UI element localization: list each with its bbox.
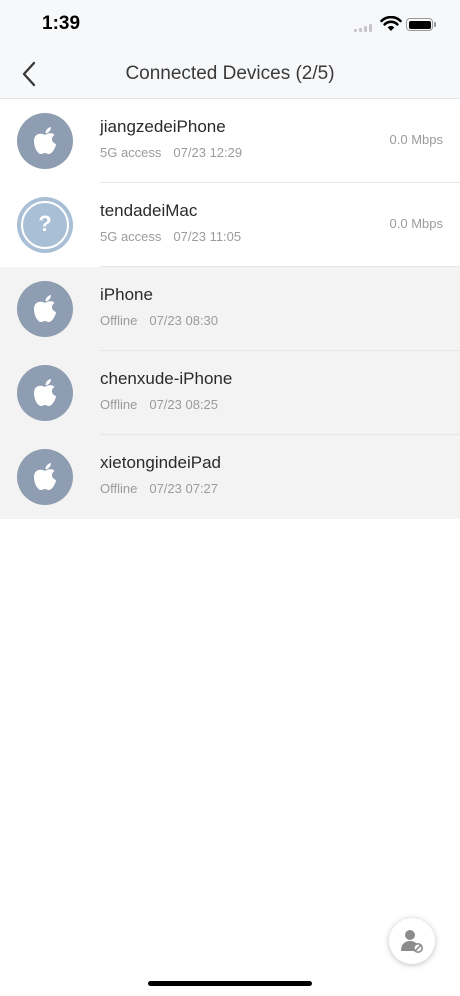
apple-icon [34, 379, 56, 406]
device-time: 07/23 08:30 [149, 313, 219, 328]
device-status: Offline [100, 481, 138, 496]
device-name: chenxude-iPhone [100, 369, 233, 388]
device-row[interactable]: ? tendadeiMac 5G access 07/23 11:05 0.0 M… [0, 183, 460, 267]
device-row[interactable]: iPhone Offline 07/23 08:30 [0, 267, 460, 351]
device-time: 07/23 07:27 [149, 481, 219, 496]
device-time: 07/23 12:29 [173, 145, 243, 160]
device-avatar [17, 449, 73, 505]
device-name: xietongindeiPad [100, 453, 221, 472]
device-avatar [17, 113, 73, 169]
device-meta: Offline 07/23 07:27 [100, 481, 218, 496]
device-speed: 0.0 Mbps [389, 132, 443, 147]
device-status: Offline [100, 313, 138, 328]
battery-icon [406, 18, 436, 31]
device-status: Offline [100, 397, 138, 412]
device-name: jiangzedeiPhone [100, 117, 226, 136]
user-blocked-icon [401, 930, 423, 953]
device-status: 5G access [100, 229, 162, 244]
device-speed: 0.0 Mbps [389, 216, 443, 231]
apple-icon [34, 463, 56, 490]
page-title: Connected Devices (2/5) [125, 63, 335, 84]
status-bar: 1:39 [0, 0, 460, 50]
navigation-bar: Connected Devices (2/5) [0, 50, 460, 99]
status-time: 1:39 [42, 13, 81, 34]
apple-icon [34, 127, 56, 154]
device-row[interactable]: xietongindeiPad Offline 07/23 07:27 [0, 435, 460, 519]
device-list: jiangzedeiPhone 5G access 07/23 12:29 0.0… [0, 99, 460, 519]
cellular-signal-icon [354, 24, 376, 32]
connected-devices-screen: 1:39 Connected Devices (2/5) jiangzedeiP… [0, 0, 460, 996]
device-name: tendadeiMac [100, 201, 198, 220]
device-time: 07/23 08:25 [149, 397, 219, 412]
device-meta: 5G access 07/23 12:29 [100, 145, 242, 160]
device-avatar: ? [17, 197, 73, 253]
blocked-devices-button[interactable] [389, 918, 435, 964]
device-meta: Offline 07/23 08:25 [100, 397, 218, 412]
device-avatar [17, 281, 73, 337]
question-mark-icon: ? [38, 211, 52, 236]
device-name: iPhone [100, 285, 153, 304]
device-meta: 5G access 07/23 11:05 [100, 229, 241, 244]
apple-icon [34, 295, 56, 322]
wifi-icon [380, 16, 402, 31]
device-meta: Offline 07/23 08:30 [100, 313, 218, 328]
device-row[interactable]: jiangzedeiPhone 5G access 07/23 12:29 0.0… [0, 99, 460, 183]
device-time: 07/23 11:05 [173, 229, 242, 244]
device-avatar [17, 365, 73, 421]
device-row[interactable]: chenxude-iPhone Offline 07/23 08:25 [0, 351, 460, 435]
device-status: 5G access [100, 145, 162, 160]
home-indicator [148, 981, 312, 986]
